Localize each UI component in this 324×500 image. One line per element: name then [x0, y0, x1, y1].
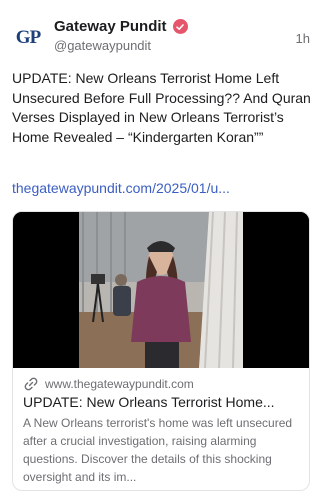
author-name[interactable]: Gateway Pundit	[54, 18, 167, 35]
link-icon	[23, 376, 39, 392]
verified-badge-icon	[172, 19, 188, 34]
preview-image[interactable]	[13, 212, 309, 368]
avatar-logo-text: GP	[15, 27, 41, 48]
card-domain: www.thegatewaypundit.com	[45, 377, 194, 391]
card-title: UPDATE: New Orleans Terrorist Home...	[23, 394, 275, 410]
author-handle[interactable]: @gatewaypundit	[54, 38, 312, 53]
post-link[interactable]: thegatewaypundit.com/2025/01/u...	[12, 180, 312, 196]
card-domain-row: www.thegatewaypundit.com	[23, 376, 299, 392]
card-description: A New Orleans terrorist's home was left …	[23, 416, 293, 484]
avatar[interactable]: GP	[12, 22, 44, 54]
link-preview-card[interactable]: www.thegatewaypundit.com UPDATE: New Orl…	[12, 211, 310, 491]
post-timestamp[interactable]: 1h	[296, 31, 310, 46]
author-row: Gateway Pundit	[54, 18, 312, 35]
card-body: www.thegatewaypundit.com UPDATE: New Orl…	[13, 368, 309, 486]
post-text: UPDATE: New Orleans Terrorist Home Left …	[12, 70, 311, 145]
post-header: Gateway Pundit @gatewaypundit	[54, 18, 312, 53]
feed-post: GP Gateway Pundit @gatewaypundit 1h UPDA…	[0, 0, 324, 500]
